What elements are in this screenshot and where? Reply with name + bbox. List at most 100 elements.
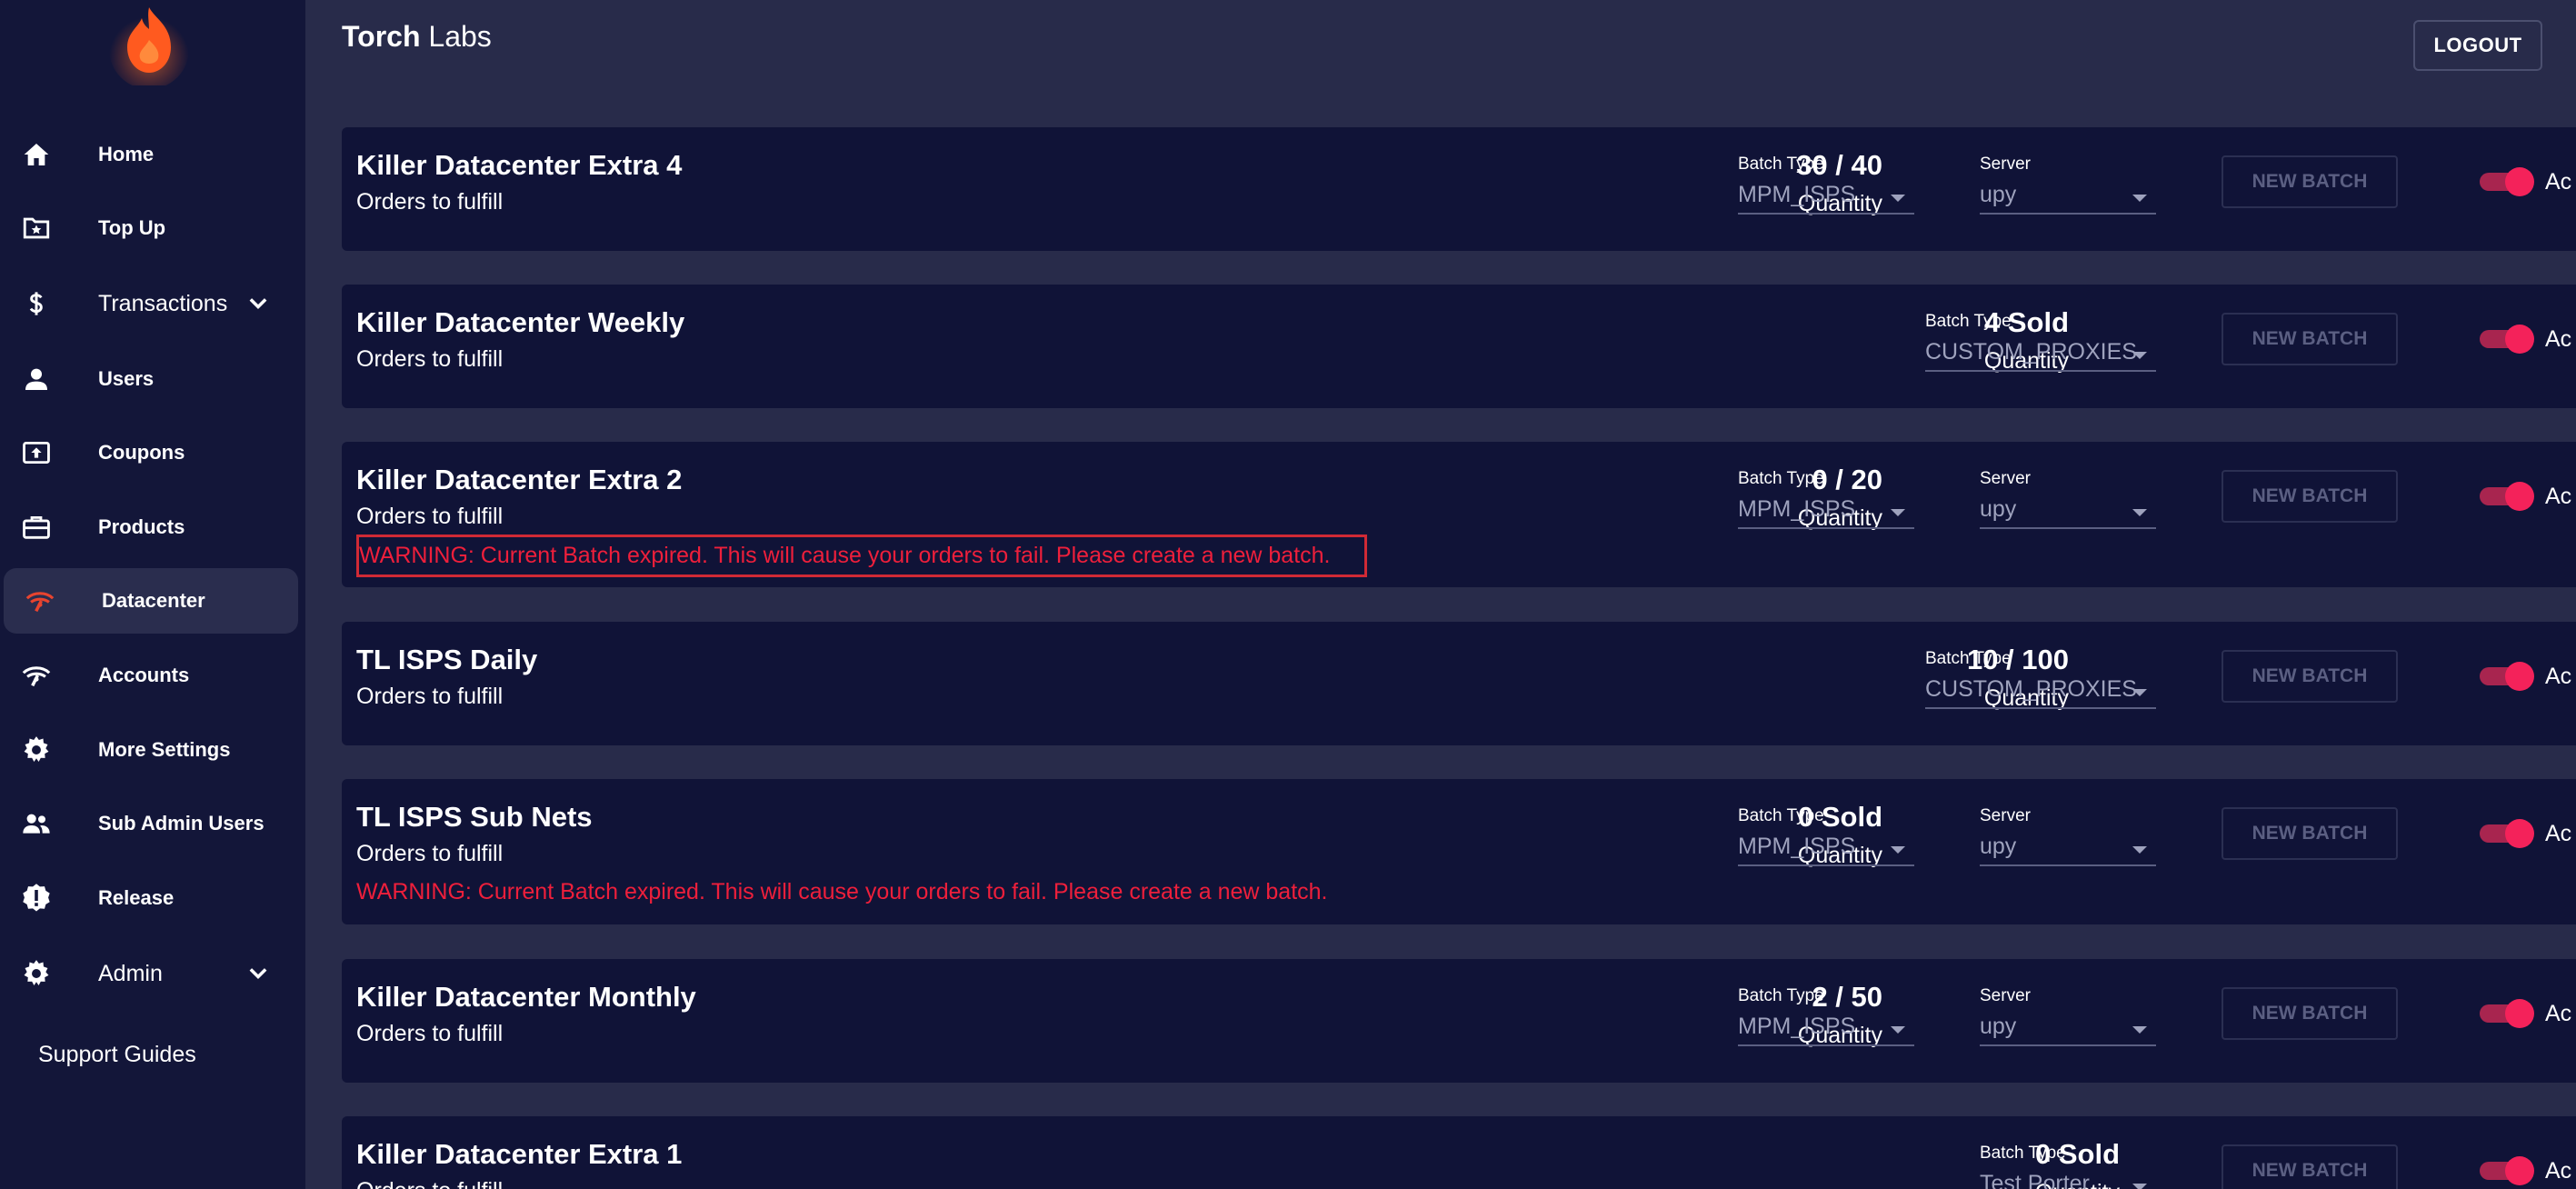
active-toggle[interactable] [2480, 999, 2534, 1028]
batch-type-select[interactable]: Batch Type MPM_ISPS [1738, 806, 1914, 866]
card-subtitle: Orders to fulfill [356, 684, 504, 709]
server-select[interactable]: Server upy [1980, 469, 2156, 529]
active-toggle[interactable] [2480, 1156, 2534, 1185]
batch-type-select[interactable]: Batch Type MPM_ISPS [1738, 986, 1914, 1046]
batch-type-label: Batch Type [1738, 986, 1824, 1005]
chevron-down-icon[interactable] [245, 961, 271, 986]
dropdown-caret-icon [2132, 509, 2147, 516]
new-batch-button[interactable]: NEW BATCH [2222, 987, 2398, 1040]
active-toggle-label: Ac [2545, 326, 2572, 352]
page-title: Torch Labs [342, 20, 492, 54]
card-title: Killer Datacenter Monthly [356, 981, 696, 1013]
active-toggle-label: Ac [2545, 1001, 2572, 1026]
dropdown-caret-icon [1891, 846, 1905, 854]
card-title: Killer Datacenter Weekly [356, 306, 685, 338]
sidebar-item-more-settings[interactable]: More Settings [0, 717, 300, 783]
new-batch-button[interactable]: NEW BATCH [2222, 650, 2398, 703]
new-batch-button[interactable]: NEW BATCH [2222, 807, 2398, 860]
active-toggle-label: Ac [2545, 821, 2572, 846]
active-toggle[interactable] [2480, 167, 2534, 196]
card-subtitle: Orders to fulfill [356, 841, 504, 866]
batch-type-select[interactable]: Batch Type CUSTOM_PROXIES [1925, 649, 2156, 709]
card-title: Killer Datacenter Extra 4 [356, 149, 683, 181]
sidebar-item-top-up[interactable]: Top Up [0, 195, 300, 261]
dropdown-caret-icon [1891, 195, 1905, 202]
batch-type-value[interactable]: CUSTOM_PROXIES [1925, 339, 2156, 372]
batch-type-label: Batch Type [1925, 649, 2012, 668]
sidebar-item-admin[interactable]: Admin [0, 941, 300, 1006]
sidebar-item-label: Datacenter [102, 589, 205, 612]
gear-icon [20, 734, 53, 766]
dropdown-caret-icon [2132, 352, 2147, 359]
coupon-icon [20, 436, 53, 469]
server-value[interactable]: upy [1980, 1014, 2156, 1046]
dropdown-caret-icon [2132, 195, 2147, 202]
new-batch-button[interactable]: NEW BATCH [2222, 155, 2398, 208]
card-subtitle: Orders to fulfill [356, 189, 504, 215]
batch-type-value[interactable]: MPM_ISPS [1738, 834, 1914, 866]
card-subtitle: Orders to fulfill [356, 1021, 504, 1046]
user-icon [20, 363, 53, 395]
sidebar-item-label: Home [98, 143, 155, 165]
sidebar-item-sub-admin-users[interactable]: Sub Admin Users [0, 791, 300, 856]
active-toggle[interactable] [2480, 662, 2534, 691]
batch-card: Killer Datacenter Extra 2 Orders to fulf… [342, 442, 2576, 587]
sidebar-item-users[interactable]: Users [0, 346, 300, 412]
dropdown-caret-icon [2132, 1026, 2147, 1034]
sidebar-item-label: Coupons [98, 441, 185, 464]
batch-type-value[interactable]: MPM_ISPS [1738, 496, 1914, 529]
brand-bold: Torch [342, 20, 421, 53]
batch-card: TL ISPS Sub Nets Orders to fulfill WARNI… [342, 779, 2576, 924]
folder-star-icon [20, 212, 53, 245]
new-batch-button[interactable]: NEW BATCH [2222, 470, 2398, 523]
batch-type-label: Batch Type [1980, 1144, 2066, 1163]
dropdown-caret-icon [2132, 1184, 2147, 1189]
sidebar-item-products[interactable]: Products [0, 495, 300, 560]
server-label: Server [1980, 806, 2031, 825]
server-label: Server [1980, 986, 2031, 1005]
batch-card: Killer Datacenter Extra 1 Orders to fulf… [342, 1116, 2576, 1189]
sidebar-item-datacenter[interactable]: Datacenter [4, 568, 298, 634]
batch-card: Killer Datacenter Extra 4 Orders to fulf… [342, 127, 2576, 251]
sidebar: Home Top Up Transactions Users Coupons P… [0, 0, 305, 1189]
dropdown-caret-icon [2132, 689, 2147, 696]
batch-type-value[interactable]: CUSTOM_PROXIES [1925, 676, 2156, 709]
batch-card: TL ISPS Daily Orders to fulfill 10 / 100… [342, 622, 2576, 745]
server-select[interactable]: Server upy [1980, 806, 2156, 866]
server-value[interactable]: upy [1980, 496, 2156, 529]
card-subtitle: Orders to fulfill [356, 504, 504, 529]
sidebar-item-coupons[interactable]: Coupons [0, 420, 300, 485]
support-guides-link[interactable]: Support Guides [38, 1042, 196, 1068]
batch-type-value[interactable]: MPM_ISPS [1738, 1014, 1914, 1046]
batch-type-value[interactable]: MPM_ISPS [1738, 182, 1914, 215]
sidebar-item-transactions[interactable]: Transactions [0, 271, 300, 336]
logout-button[interactable]: LOGOUT [2413, 20, 2542, 71]
batch-type-select[interactable]: Batch Type MPM_ISPS [1738, 155, 1914, 215]
sidebar-item-home[interactable]: Home [0, 122, 300, 187]
server-select[interactable]: Server upy [1980, 986, 2156, 1046]
batch-type-value[interactable]: Test Porter [1980, 1171, 2156, 1189]
batch-type-select[interactable]: Batch Type Test Porter [1980, 1144, 2156, 1189]
batch-type-label: Batch Type [1925, 312, 2012, 331]
new-batch-button[interactable]: NEW BATCH [2222, 313, 2398, 365]
active-toggle-label: Ac [2545, 664, 2572, 689]
active-toggle-label: Ac [2545, 484, 2572, 509]
sidebar-item-release[interactable]: Release [0, 865, 300, 931]
sidebar-item-label: More Settings [98, 738, 231, 761]
card-title: TL ISPS Daily [356, 644, 538, 675]
batch-type-select[interactable]: Batch Type MPM_ISPS [1738, 469, 1914, 529]
sidebar-item-label: Admin [98, 960, 163, 986]
server-value[interactable]: upy [1980, 182, 2156, 215]
active-toggle[interactable] [2480, 482, 2534, 511]
card-title: Killer Datacenter Extra 1 [356, 1138, 683, 1170]
active-toggle[interactable] [2480, 819, 2534, 848]
sidebar-item-label: Transactions [98, 290, 228, 316]
new-batch-button[interactable]: NEW BATCH [2222, 1144, 2398, 1189]
active-toggle[interactable] [2480, 325, 2534, 354]
server-value[interactable]: upy [1980, 834, 2156, 866]
chevron-down-icon[interactable] [245, 291, 271, 316]
sidebar-item-label: Sub Admin Users [98, 812, 265, 834]
batch-type-select[interactable]: Batch Type CUSTOM_PROXIES [1925, 312, 2156, 372]
sidebar-item-accounts[interactable]: Accounts [0, 643, 300, 708]
server-select[interactable]: Server upy [1980, 155, 2156, 215]
